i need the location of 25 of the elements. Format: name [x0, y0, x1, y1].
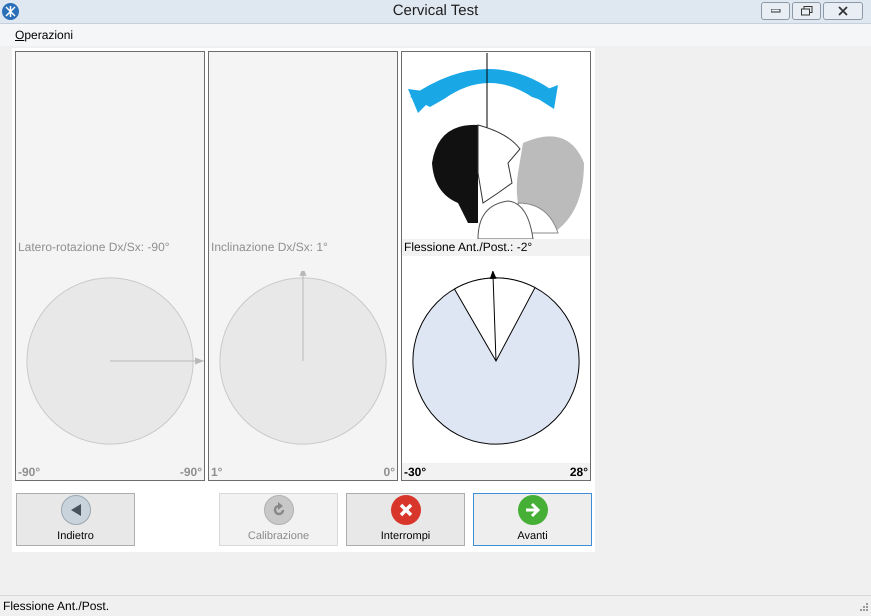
gauge-label: Latero-rotazione Dx/Sx: -90° — [17, 239, 171, 256]
restore-button[interactable] — [792, 2, 821, 20]
next-button[interactable]: Avanti — [473, 493, 592, 546]
close-icon — [390, 494, 420, 525]
back-button[interactable]: Indietro — [16, 493, 135, 546]
max-value: 0° — [384, 464, 395, 480]
gauge-label: Inclinazione Dx/Sx: 1° — [210, 239, 329, 256]
refresh-icon — [264, 494, 294, 525]
min-value: 1° — [211, 464, 222, 480]
min-value: -30° — [404, 464, 426, 480]
app-logo-icon — [2, 3, 19, 20]
min-value: -90° — [18, 464, 40, 480]
resize-grip-icon — [858, 601, 868, 611]
menu-item[interactable]: Operazioni — [8, 26, 80, 44]
max-value: 28° — [570, 464, 588, 480]
max-value: -90° — [180, 464, 202, 480]
window-title: Cervical Test — [392, 1, 478, 22]
status-text: Flessione Ant./Post. — [3, 598, 110, 615]
gauge-label: Flessione Ant./Post.: -2° — [402, 239, 590, 256]
close-button[interactable] — [823, 2, 863, 20]
close-icon — [838, 6, 848, 16]
stop-button[interactable]: Interrompi — [346, 493, 465, 546]
minimize-button[interactable] — [761, 2, 790, 20]
restore-icon — [800, 6, 812, 16]
minimize-icon — [770, 9, 780, 13]
